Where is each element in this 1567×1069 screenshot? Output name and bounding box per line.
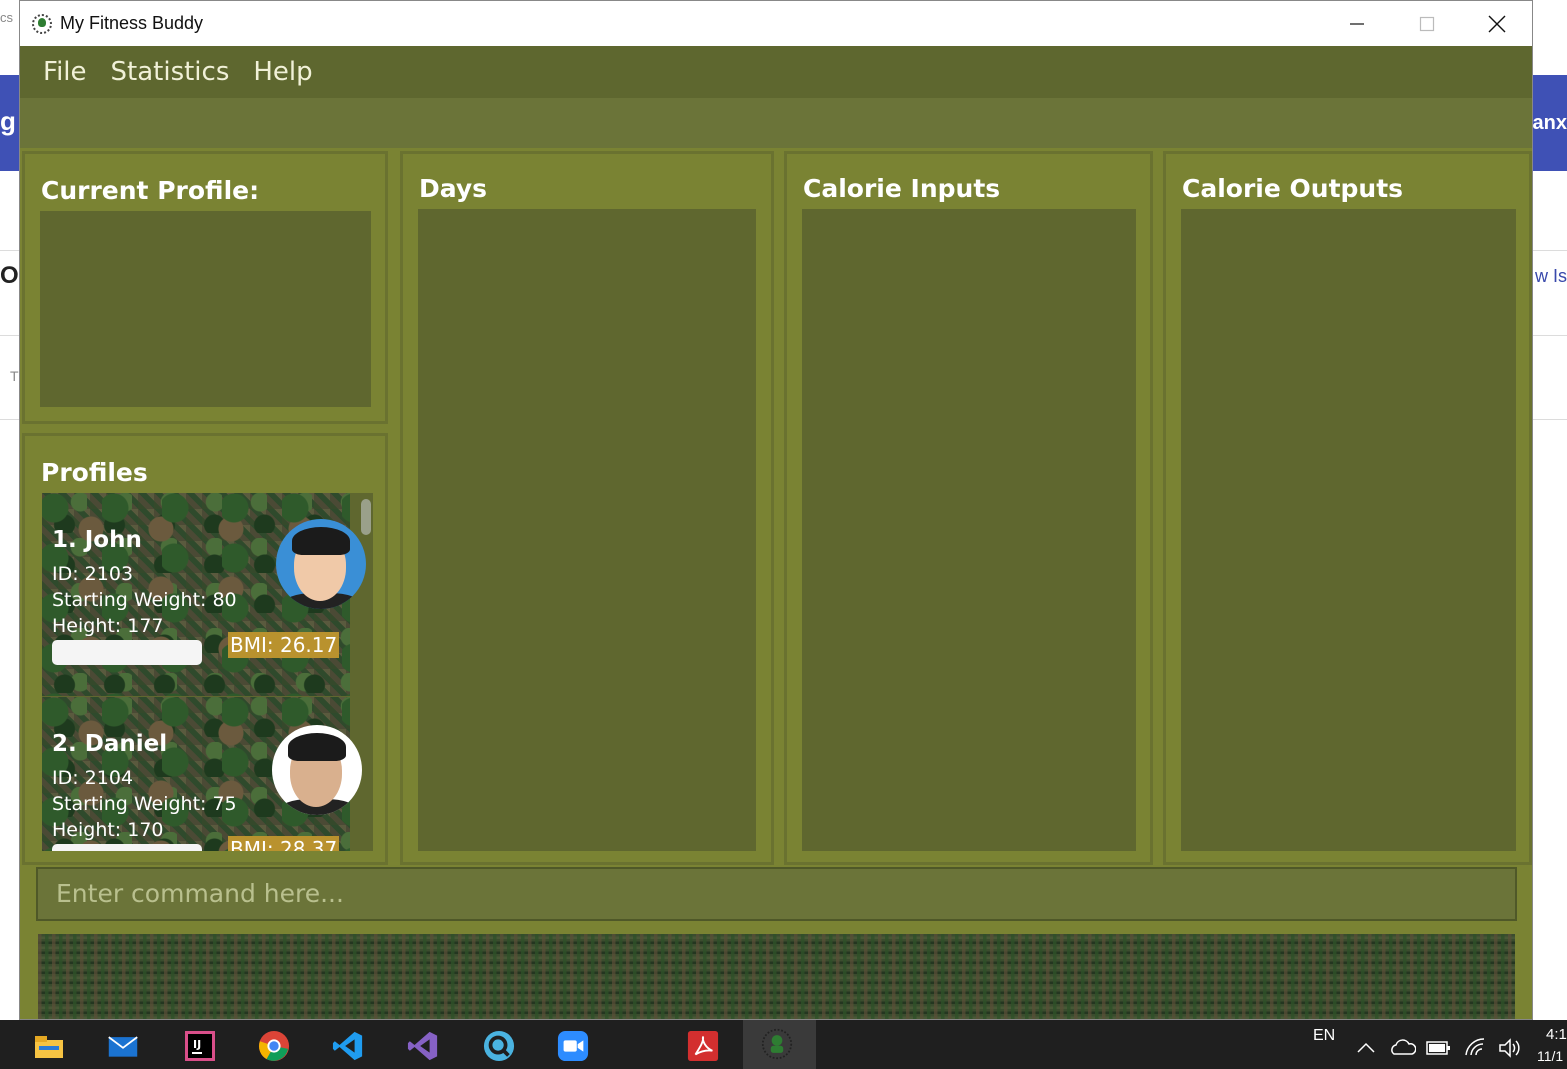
- menu-help[interactable]: Help: [253, 57, 312, 87]
- menu-statistics[interactable]: Statistics: [111, 57, 230, 87]
- calorie-inputs-title: Calorie Inputs: [803, 174, 1001, 203]
- background-text: w Is: [1534, 266, 1567, 286]
- bmi-badge: BMI: 26.17: [228, 632, 340, 658]
- app-logo-icon: [32, 13, 52, 34]
- current-profile-title: Current Profile:: [41, 176, 260, 205]
- svg-text:IJ: IJ: [193, 1038, 201, 1051]
- chevron-up-icon[interactable]: [1356, 1042, 1376, 1054]
- progress-bar: [52, 640, 202, 665]
- profile-starting-weight: Starting Weight: 80: [52, 589, 237, 611]
- battery-icon[interactable]: [1426, 1040, 1452, 1056]
- result-display: [38, 934, 1515, 1019]
- profile-card[interactable]: 1. John ID: 2103 Starting Weight: 80 Hei…: [42, 493, 366, 696]
- background-text: cs: [0, 10, 13, 25]
- maximize-icon: [1419, 16, 1435, 31]
- profile-id: ID: 2104: [52, 767, 134, 789]
- calorie-outputs-panel: Calorie Outputs: [1163, 151, 1532, 865]
- visual-studio-icon[interactable]: [407, 1030, 439, 1062]
- calorie-inputs-list[interactable]: [802, 209, 1136, 851]
- wifi-icon[interactable]: [1464, 1037, 1488, 1057]
- background-text: g: [0, 106, 16, 136]
- days-panel: Days: [400, 151, 774, 865]
- profile-height: Height: 177: [52, 615, 164, 637]
- onedrive-icon[interactable]: [1390, 1038, 1416, 1056]
- maximize-button[interactable]: [1392, 1, 1462, 46]
- mail-icon[interactable]: [107, 1030, 139, 1062]
- chrome-icon[interactable]: [258, 1030, 290, 1062]
- profiles-title: Profiles: [41, 458, 148, 487]
- current-profile-display: [40, 211, 371, 407]
- avatar: [276, 519, 366, 609]
- acrobat-icon[interactable]: [687, 1030, 719, 1062]
- days-title: Days: [419, 174, 488, 203]
- language-indicator[interactable]: EN: [1313, 1027, 1335, 1045]
- minimize-button[interactable]: [1322, 1, 1392, 46]
- fitness-buddy-icon[interactable]: [761, 1028, 793, 1060]
- title-bar[interactable]: My Fitness Buddy: [20, 1, 1532, 46]
- zoom-icon[interactable]: [557, 1030, 589, 1062]
- minimize-icon: [1350, 22, 1364, 25]
- profile-list[interactable]: 1. John ID: 2103 Starting Weight: 80 Hei…: [42, 493, 373, 851]
- clock-date[interactable]: 11/1: [1537, 1048, 1563, 1064]
- vscode-icon[interactable]: [332, 1030, 364, 1062]
- search-app-icon[interactable]: [483, 1030, 515, 1062]
- bmi-badge: BMI: 28.37: [228, 836, 340, 851]
- profile-height: Height: 170: [52, 819, 164, 841]
- command-input[interactable]: Enter command here...: [36, 867, 1517, 921]
- profile-name: 1. John: [52, 527, 142, 553]
- volume-icon[interactable]: [1498, 1038, 1522, 1058]
- background-text: T: [10, 368, 19, 384]
- app-window: My Fitness Buddy File Statistics Help Cu…: [19, 0, 1533, 1020]
- menu-bar: File Statistics Help: [20, 46, 1532, 98]
- profile-starting-weight: Starting Weight: 75: [52, 793, 237, 815]
- progress-bar: [52, 844, 202, 851]
- window-controls: [1322, 1, 1532, 46]
- background-text: anx: [1532, 112, 1567, 134]
- intellij-icon[interactable]: IJ: [184, 1030, 216, 1062]
- profile-card[interactable]: 2. Daniel ID: 2104 Starting Weight: 75 H…: [42, 697, 362, 851]
- close-button[interactable]: [1462, 1, 1532, 46]
- avatar: [272, 725, 362, 815]
- profiles-panel: Profiles 1. John ID: 2103 Starting Weigh…: [22, 433, 388, 865]
- toolbar-strip: [20, 98, 1532, 148]
- file-explorer-icon[interactable]: [33, 1030, 65, 1062]
- current-profile-panel: Current Profile:: [22, 151, 388, 424]
- clock-time[interactable]: 4:1: [1546, 1026, 1567, 1043]
- window-title: My Fitness Buddy: [60, 13, 204, 33]
- profile-list-scrollbar[interactable]: [361, 499, 371, 535]
- calorie-outputs-list[interactable]: [1181, 209, 1516, 851]
- calorie-inputs-panel: Calorie Inputs: [784, 151, 1153, 865]
- calorie-outputs-title: Calorie Outputs: [1182, 174, 1404, 203]
- profile-id: ID: 2103: [52, 563, 134, 585]
- close-icon: [1488, 15, 1506, 32]
- profile-name: 2. Daniel: [52, 731, 168, 757]
- taskbar: IJ EN 4:1 11/1: [0, 1020, 1567, 1069]
- menu-file[interactable]: File: [43, 57, 87, 87]
- days-list[interactable]: [418, 209, 756, 851]
